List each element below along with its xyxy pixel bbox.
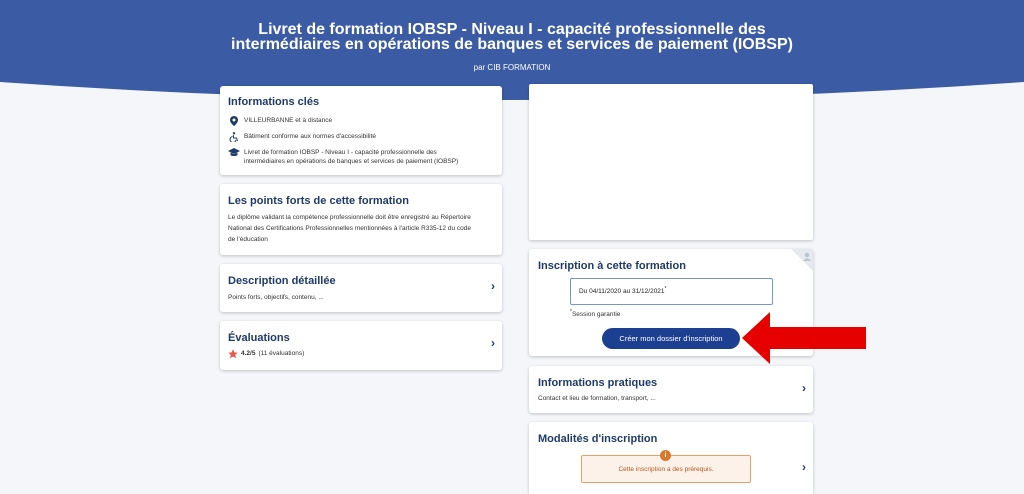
highlights-text: Le diplôme validant la compétence profes… xyxy=(228,212,494,245)
location-pin-icon xyxy=(228,116,240,126)
session-note: *Session garantie xyxy=(570,309,620,318)
chevron-right-icon[interactable]: › xyxy=(802,381,806,395)
practical-info-title: Informations pratiques xyxy=(538,377,658,389)
highlights-line-3: de l'éducation xyxy=(228,236,268,243)
chevron-right-icon[interactable]: › xyxy=(491,279,495,293)
create-registration-button[interactable]: Créer mon dossier d'inscription xyxy=(602,328,740,349)
chevron-right-icon[interactable]: › xyxy=(802,460,806,474)
chevron-right-icon[interactable]: › xyxy=(491,336,495,350)
diploma-text: Livret de formation IOBSP - Niveau I - c… xyxy=(244,148,458,166)
page-title-line-1: Livret de formation IOBSP - Niveau I - c… xyxy=(258,21,766,38)
page-title: Livret de formation IOBSP - Niveau I - c… xyxy=(0,21,1024,53)
registration-terms-title: Modalités d'inscription xyxy=(538,433,658,445)
location-text: VILLEURBANNE et à distance xyxy=(244,117,333,124)
diploma-row: Livret de formation IOBSP - Niveau I - c… xyxy=(228,148,494,166)
diploma-text-line-2: intermédiaires en opérations de banques … xyxy=(244,158,459,165)
session-dates: Du 04/11/2020 au 31/12/2021 xyxy=(579,288,665,296)
detailed-description-card[interactable]: Description détaillée Points forts, obje… xyxy=(220,264,502,312)
rating-count: (11 évaluations) xyxy=(258,350,305,357)
highlights-title: Les points forts de cette formation xyxy=(228,195,409,207)
wheelchair-icon xyxy=(228,132,240,142)
detailed-description-title: Description détaillée xyxy=(228,275,336,287)
practical-info-card[interactable]: Informations pratiques Contact et lieu d… xyxy=(529,366,813,413)
evaluations-card[interactable]: Évaluations 4.2/5 (11 évaluations) › xyxy=(220,321,502,370)
registration-terms-card[interactable]: Modalités d'inscription Cette inscriptio… xyxy=(529,422,813,494)
media-panel xyxy=(529,84,813,240)
session-note-text: Session garantie xyxy=(571,311,621,319)
highlights-line-1: Le diplôme validant la compétence profes… xyxy=(228,214,471,221)
header-banner xyxy=(0,0,1024,110)
annotation-arrow xyxy=(742,312,866,364)
key-info-title: Informations clés xyxy=(228,96,320,108)
graduation-cap-icon xyxy=(228,148,240,157)
highlights-line-2: National des Certifications Professionne… xyxy=(228,225,471,232)
location-row: VILLEURBANNE et à distance xyxy=(228,116,494,126)
provider-byline: par CIB FORMATION xyxy=(473,63,551,72)
session-asterisk: * xyxy=(664,286,667,292)
practical-info-subtitle: Contact et lieu de formation, transport,… xyxy=(538,395,656,402)
info-icon: i xyxy=(660,450,671,461)
key-info-card: Informations clés VILLEURBANNE et à dist… xyxy=(220,86,502,175)
star-icon xyxy=(228,348,238,359)
highlights-card: Les points forts de cette formation Le d… xyxy=(220,184,502,255)
user-corner-icon xyxy=(791,249,813,271)
banner-shape xyxy=(0,0,1024,100)
page-title-line-2: intermédiaires en opérations de banques … xyxy=(231,36,793,53)
registration-title: Inscription à cette formation xyxy=(538,260,686,272)
accessibility-text: Bâtiment conforme aux normes d'accessibi… xyxy=(244,133,377,140)
accessibility-row: Bâtiment conforme aux normes d'accessibi… xyxy=(228,132,494,142)
evaluations-title: Évaluations xyxy=(228,332,290,344)
rating-value: 4.2/5 xyxy=(241,350,256,357)
session-select[interactable]: Du 04/11/2020 au 31/12/2021* xyxy=(570,278,773,305)
detailed-description-subtitle: Points forts, objectifs, contenu, ... xyxy=(228,294,324,301)
diploma-text-line-1: Livret de formation IOBSP - Niveau I - c… xyxy=(244,149,437,156)
rating-row: 4.2/5 (11 évaluations) xyxy=(228,348,494,359)
